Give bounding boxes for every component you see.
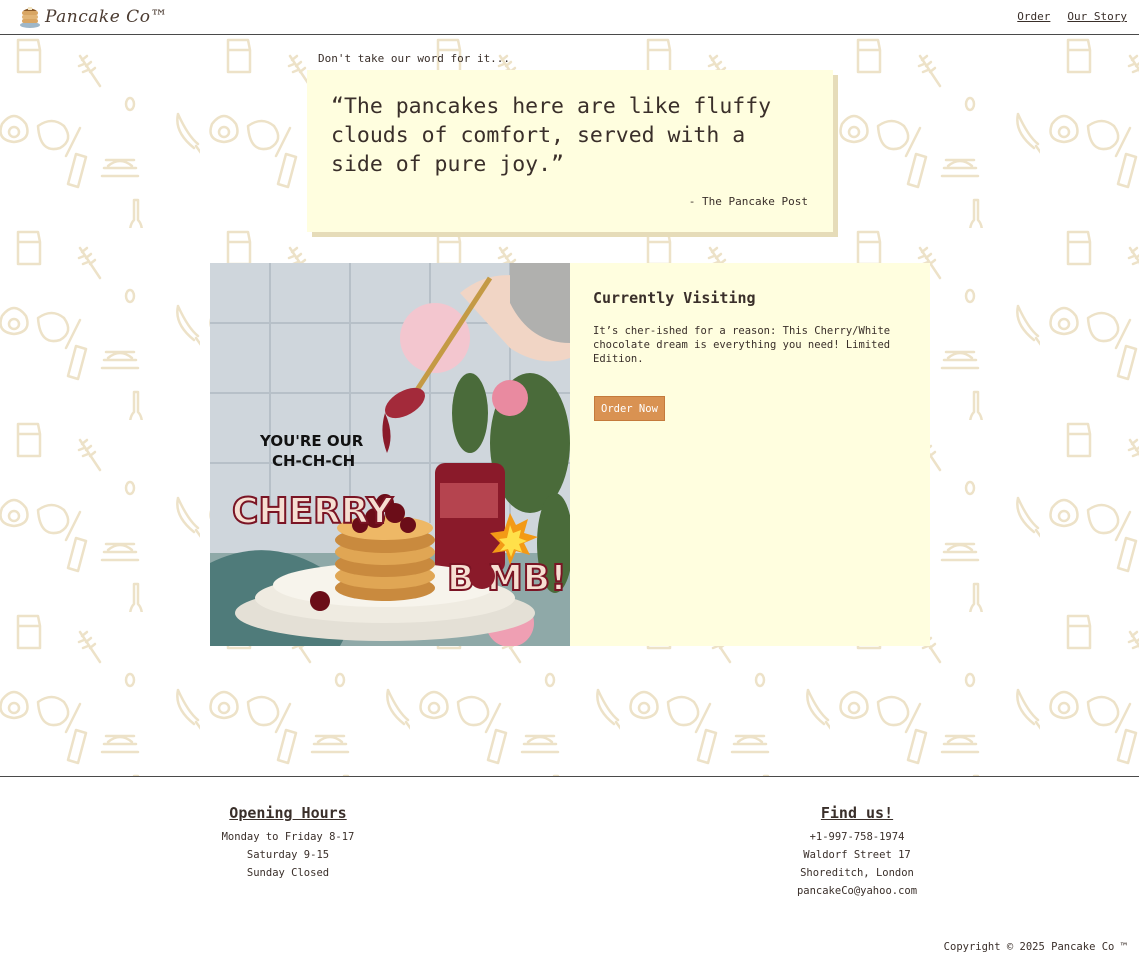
- footer-divider: [0, 776, 1139, 777]
- contact-email[interactable]: pancakeCo@yahoo.com: [757, 882, 957, 900]
- sticker-text-line2: CH-CH-CH: [272, 452, 355, 470]
- logo[interactable]: Pancake Co™: [19, 5, 168, 29]
- testimonial-card: “The pancakes here are like fluffy cloud…: [307, 70, 833, 232]
- hero-section: Don't take our word for it... “The panca…: [0, 36, 1139, 776]
- pancake-logo-icon: [20, 7, 40, 28]
- contact-phone[interactable]: +1-997-758-1974: [757, 828, 957, 846]
- cherry-bomb-pancake-image: YOU'RE OUR CH-CH-CH CHERRY B MB!: [210, 263, 570, 646]
- hours-sunday: Sunday Closed: [246, 867, 330, 879]
- sticker-bomb: B MB!: [447, 558, 567, 599]
- copyright-text: Copyright © 2025 Pancake Co ™: [943, 941, 1127, 953]
- nav-our-story-link[interactable]: Our Story: [1067, 10, 1127, 23]
- address-street: Waldorf Street 17: [803, 849, 911, 861]
- product-photo: YOU'RE OUR CH-CH-CH CHERRY B MB!: [210, 263, 570, 646]
- featured-description: It’s cher-ished for a reason: This Cherr…: [593, 325, 891, 365]
- opening-hours-title: Opening Hours: [229, 804, 347, 822]
- featured-title: Currently Visiting: [593, 289, 756, 307]
- testimonial-source: - The Pancake Post: [688, 195, 808, 208]
- opening-hours-section: Opening Hours Monday to Friday 8-17 Satu…: [188, 804, 388, 882]
- hours-weekday: Monday to Friday 8-17: [221, 831, 355, 843]
- testimonial-quote: “The pancakes here are like fluffy cloud…: [331, 94, 772, 177]
- find-us-section: Find us! +1-997-758-1974 Waldorf Street …: [757, 804, 957, 900]
- cherry-bomb-icon: [469, 563, 495, 589]
- featured-product-card: YOU'RE OUR CH-CH-CH CHERRY B MB! Current…: [210, 263, 930, 646]
- brand-name: Pancake Co™: [45, 7, 168, 27]
- hours-saturday: Saturday 9-15: [246, 849, 330, 861]
- address-city: Shoreditch, London: [800, 867, 914, 879]
- main-nav: Order Our Story: [1017, 10, 1127, 23]
- find-us-title: Find us!: [820, 804, 894, 822]
- order-now-button[interactable]: Order Now: [594, 396, 665, 421]
- testimonial-tagline: Don't take our word for it...: [318, 52, 511, 65]
- nav-order-link[interactable]: Order: [1017, 10, 1050, 23]
- sticker-cherry: CHERRY: [232, 491, 394, 532]
- sticker-text-line1: YOU'RE OUR: [259, 432, 364, 450]
- site-header: Pancake Co™ Order Our Story: [0, 0, 1139, 35]
